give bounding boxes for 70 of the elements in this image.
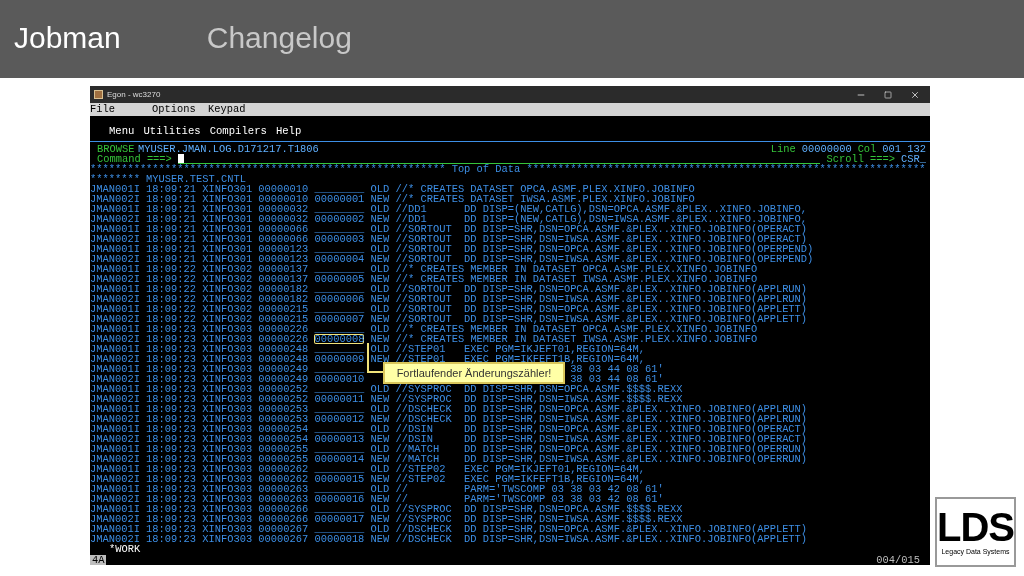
terminal-line: NEW //* CREATES MEMBER IN DATASET IWSA.ASMF.PLEX.XINFO.JOBINFO	[369, 334, 758, 344]
menu-item[interactable]: Help	[275, 126, 302, 136]
work-line: *WORK	[109, 544, 141, 554]
terminal-line: JMAN002I 18:09:23 XINFO303 00000266 00000017 NEW //SYSPROC DD DISP=SHR,DSN=IWSA.ASMF.$$$$.REXX	[90, 514, 683, 524]
app-icon	[94, 90, 103, 99]
terminal-line: JMAN002I 18:09:22 XINFO302 00000137 00000005 NEW //* CREATES MEMBER IN DATASET IWSA.ASMF.PLEX.XINFO.JOBINFO	[90, 274, 758, 284]
menu-item[interactable]: File	[90, 101, 152, 118]
terminal-line: JMAN001I 18:09:23 XINFO303 00000248 ________ OLD //STEP01 EXEC PGM=IKJEFT01,REGION=64M,	[90, 344, 645, 354]
terminal-line: JMAN002I 18:09:23 XINFO303 00000255 00000014 NEW //MATCH DD DISP=SHR,DSN=IWSA.ASMF.&PLEX..XINFO.JOBINFO(OPERRUN)	[90, 454, 808, 464]
terminal-line: JMAN002I 18:09:21 XINFO301 00000066 00000003 NEW //SORTOUT DD DISP=SHR,DSN=IWSA.ASMF.&PLEX..XINFO.JOBINFO(OPERACT)	[90, 234, 808, 244]
terminal-line: JMAN001I 18:09:23 XINFO303 00000254 ________ OLD //DSIN DD DISP=SHR,DSN=OPCA.ASMF.&PLEX..XINFO.JOBINFO(OPERACT)	[90, 424, 808, 434]
terminal-line: JMAN001I 18:09:23 XINFO303 00000255 ________ OLD //MATCH DD DISP=SHR,DSN=OPCA.ASMF.&PLEX..XINFO.JOBINFO(OPERRUN)	[90, 444, 808, 454]
callout-text: Fortlaufender Änderungszähler!	[396, 368, 552, 378]
command-field[interactable]	[177, 154, 821, 164]
terminal-line: JMAN002I 18:09:23 XINFO303 00000249 00000010	[90, 373, 365, 385]
terminal-line: JMAN001I 18:09:22 XINFO302 00000182 ________ OLD //SORTOUT DD DISP=SHR,DSN=OPCA.ASMF.&PLEX..XINFO.JOBINFO(APPLRUN)	[90, 284, 808, 294]
terminal-line: JMAN001I 18:09:23 XINFO303 00000252 ________ OLD //SYSPROC DD DISP=SHR,DSN=OPCA.ASMF.$$$$.REXX	[90, 384, 683, 394]
terminal-line: JMAN001I 18:09:23 XINFO303 00000267 ________ OLD //DSCHECK DD DISP=SHR,DSN=OPCA.ASMF.&PLEX..XINFO.JOBINFO(APPLETT)	[90, 524, 808, 534]
line-number: 00000000	[801, 144, 852, 154]
terminal-line: JMAN002I 18:09:23 XINFO303 00000254 00000013 NEW //DSIN DD DISP=SHR,DSN=IWSA.ASMF.&PLEX..XINFO.JOBINFO(OPERACT)	[90, 434, 808, 444]
top-of-data-line: ********************************************************* Top of Data ****************************************************************	[90, 164, 926, 174]
terminal-line: JMAN001I 18:09:23 XINFO303 00000263 ________ OLD // PARM='TWSCOMP 03 38 03 42 08 61'	[90, 484, 664, 494]
col-number: 001 132	[882, 144, 926, 154]
terminal-line: JMAN001I 18:09:22 XINFO302 00000137 ________ OLD //* CREATES MEMBER IN DATASET OPCA.ASMF.PLEX.XINFO.JOBINFO	[90, 264, 758, 274]
terminal-line: JMAN002I 18:09:23 XINFO303 00000248 00000009 NEW //STEP01 EXEC PGM=IKFEFT1B,REGION=64M,	[90, 354, 645, 364]
terminal-line: JMAN002I 18:09:22 XINFO302 00000182 00000006 NEW //SORTOUT DD DISP=SHR,DSN=IWSA.ASMF.&PLEX..XINFO.JOBINFO(APPLRUN)	[90, 294, 808, 304]
terminal-line: JMAN002I 18:09:23 XINFO303 00000267 00000018 NEW //DSCHECK DD DISP=SHR,DSN=IWSA.ASMF.&PLEX..XINFO.JOBINFO(APPLETT)	[90, 534, 808, 544]
terminal-line: 38 03 44 08 61'	[570, 364, 664, 374]
menu-item[interactable]: Menu	[109, 126, 135, 136]
line-label: Line	[770, 144, 796, 154]
terminal-line: JMAN002I 18:09:23 XINFO303 00000252 00000011 NEW //SYSPROC DD DISP=SHR,DSN=IWSA.ASMF.$$$$.REXX	[90, 394, 683, 404]
col-label: Col	[857, 144, 877, 154]
command-label: Command ===>	[97, 154, 172, 164]
slide-subtitle: Changelog	[206, 19, 352, 56]
dataset-name: MYUSER.JMAN.LOG.D171217.T1806	[138, 144, 319, 154]
terminal-line: JMAN001I 18:09:21 XINFO301 00000010 ________ OLD //* CREATES DATASET OPCA.ASMF.PLEX.XINFO.JOBINFO	[90, 184, 695, 194]
scroll-label: Scroll ===>	[826, 154, 896, 164]
terminal-line: JMAN002I 18:09:21 XINFO301 00000010 00000001 NEW //* CREATES DATASET IWSA.ASMF.PLEX.XINFO.JOBINFO	[90, 194, 695, 204]
terminal-line: JMAN002I 18:09:23 XINFO303 00000263 00000016 NEW // PARM='TWSCOMP 03 38 03 42 08 61'	[90, 494, 664, 504]
terminal-line: JMAN001I 18:09:21 XINFO301 00000066 ________ OLD //SORTOUT DD DISP=SHR,DSN=OPCA.ASMF.&PLEX..XINFO.JOBINFO(OPERACT)	[90, 224, 808, 234]
menu-item[interactable]: Compilers	[209, 126, 267, 136]
member-header: ******** MYUSER.TEST.CNTL	[90, 174, 246, 184]
logo-mark: LDS	[937, 506, 1014, 547]
menu-item[interactable]: Keypad	[208, 101, 264, 118]
window-title: Egon - wc3270	[107, 88, 161, 101]
menu-item[interactable]: Options	[152, 101, 208, 118]
slide-title: Jobman	[14, 19, 121, 56]
terminal-line: JMAN001I 18:09:23 XINFO303 00000266 ________ OLD //SYSPROC DD DISP=SHR,DSN=OPCA.ASMF.$$$$.REXX	[90, 504, 683, 514]
terminal-line: JMAN002I 18:09:22 XINFO302 00000215 00000007 NEW //SORTOUT DD DISP=SHR,DSN=IWSA.ASMF.&PLEX..XINFO.JOBINFO(APPLETT)	[90, 314, 808, 324]
terminal-line: JMAN002I 18:09:21 XINFO301 00000032 00000002 NEW //DD1 DD DISP=(NEW,CATLG),DSN=IWSA.ASMF.&PLEX..XINFO.JOBINFO,	[90, 214, 808, 224]
menu-item[interactable]: Utilities	[143, 126, 201, 136]
mode-label: BROWSE	[97, 144, 134, 154]
terminal-line: JMAN002I 18:09:23 XINFO303 00000253 00000012 NEW //DSCHECK DD DISP=SHR,DSN=IWSA.ASMF.&PLEX..XINFO.JOBINFO(APPLRUN)	[90, 414, 808, 424]
cursor-icon	[177, 154, 184, 163]
terminal-line: JMAN002I 18:09:23 XINFO303 00000226	[90, 334, 310, 344]
terminal-line: JMAN002I 18:09:23 XINFO303 00000262 00000015 NEW //STEP02 EXEC PGM=IKFEFT1B,REGION=64M,	[90, 474, 645, 484]
terminal-line: JMAN001I 18:09:22 XINFO302 00000215 ________ OLD //SORTOUT DD DISP=SHR,DSN=OPCA.ASMF.&PLEX..XINFO.JOBINFO(APPLETT)	[90, 304, 808, 314]
scroll-value[interactable]: CSR_	[901, 154, 926, 164]
page-counter: 004/015	[876, 554, 920, 565]
terminal-line: JMAN001I 18:09:23 XINFO303 00000262 ________ OLD //STEP02 EXEC PGM=IKJEFT01,REGION=64M,	[90, 464, 645, 474]
terminal-line: JMAN001I 18:09:21 XINFO301 00000123 ________ OLD //SORTOUT DD DISP=SHR,DSN=OPCA.ASMF.&PLEX..XINFO.JOBINFO(OPERPEND)	[90, 244, 814, 254]
terminal-line: JMAN001I 18:09:23 XINFO303 00000249 ________	[90, 363, 365, 375]
terminal-line: 38 03 44 08 61'	[570, 374, 664, 384]
status-indicator: 4A	[90, 554, 107, 565]
close-icon[interactable]	[910, 89, 920, 100]
terminal-line: JMAN001I 18:09:21 XINFO301 00000032 ________ OLD //DD1 DD DISP=(NEW,CATLG),DSN=OPCA.ASMF.&PLEX..XINFO.JOBINFO,	[90, 204, 808, 214]
terminal-line: JMAN001I 18:09:23 XINFO303 00000253 ________ OLD //DSCHECK DD DISP=SHR,DSN=OPCA.ASMF.&PLEX..XINFO.JOBINFO(APPLRUN)	[90, 404, 808, 414]
terminal-line: JMAN001I 18:09:23 XINFO303 00000226 ________ OLD //* CREATES MEMBER IN DATASET OPCA.ASMF.PLEX.XINFO.JOBINFO	[90, 324, 758, 334]
terminal-line: JMAN002I 18:09:21 XINFO301 00000123 00000004 NEW //SORTOUT DD DISP=SHR,DSN=IWSA.ASMF.&PLEX..XINFO.JOBINFO(OPERPEND)	[90, 254, 814, 264]
maximize-icon[interactable]	[884, 90, 892, 99]
